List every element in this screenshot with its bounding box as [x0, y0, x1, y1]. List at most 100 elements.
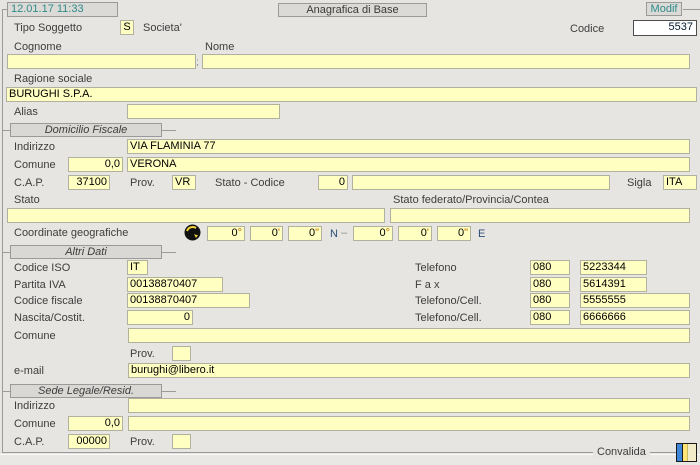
min-symbol: ': [427, 227, 429, 239]
nome-field[interactable]: [202, 54, 690, 69]
section-line: [2, 391, 10, 392]
sede-cap-label: C.A.P.: [14, 436, 44, 448]
lat-hemisphere: N: [330, 228, 338, 240]
codice-field[interactable]: 5537: [633, 20, 697, 36]
sede-comune-code-field[interactable]: 0,0: [68, 416, 123, 431]
cognome-label: Cognome: [14, 41, 62, 53]
sede-indirizzo-label: Indirizzo: [14, 400, 55, 412]
lat-min-field[interactable]: 0': [250, 226, 283, 241]
sede-comune-field[interactable]: [128, 416, 690, 431]
partita-iva-label: Partita IVA: [14, 279, 66, 291]
deg-symbol: °: [386, 227, 390, 239]
tipo-soggetto-label: Tipo Soggetto: [14, 22, 82, 34]
datetime-box: 12.01.17 11:33: [7, 2, 118, 17]
lat-sec-field[interactable]: 0": [288, 226, 322, 241]
stato-field[interactable]: [7, 208, 385, 223]
comune-label: Comune: [14, 159, 56, 171]
lon-sec-field[interactable]: 0": [437, 226, 471, 241]
sede-indirizzo-field[interactable]: [128, 398, 690, 413]
page-title: Anagrafica di Base: [278, 3, 427, 17]
telefono-prefix-field[interactable]: 080: [530, 260, 570, 275]
sigla-field[interactable]: ITA: [663, 175, 697, 190]
altri-comune-label: Comune: [14, 330, 56, 342]
stato-federato-field[interactable]: [390, 208, 690, 223]
nome-label: Nome: [205, 41, 234, 53]
nascita-field[interactable]: 0: [127, 310, 193, 325]
frame-left-border: [2, 10, 3, 453]
frame-top-right-stub: [683, 9, 700, 10]
stato-nome-field[interactable]: [352, 175, 610, 190]
fax-label: F a x: [415, 279, 439, 291]
stato-codice-field[interactable]: 0: [318, 175, 348, 190]
ragione-sociale-label: Ragione sociale: [14, 73, 92, 85]
convalida-icon[interactable]: [676, 443, 697, 462]
sede-prov-field[interactable]: [172, 434, 191, 449]
prov-label: Prov.: [130, 177, 155, 189]
partita-iva-field[interactable]: 00138870407: [127, 277, 223, 292]
section-line: [2, 252, 10, 253]
prov-field[interactable]: VR: [172, 175, 196, 190]
section-domicilio-fiscale: Domicilio Fiscale: [10, 123, 162, 137]
altri-prov-label: Prov.: [130, 348, 155, 360]
sede-cap-field[interactable]: 00000: [68, 434, 110, 449]
cell2-label: Telefono/Cell.: [415, 312, 482, 324]
codice-fiscale-label: Codice fiscale: [14, 295, 82, 307]
fax-prefix-field[interactable]: 080: [530, 277, 570, 292]
section-sede-legale: Sede Legale/Resid.: [10, 384, 162, 398]
lon-deg-field[interactable]: 0°: [353, 226, 393, 241]
lon-hemisphere: E: [478, 228, 485, 240]
ragione-sociale-field[interactable]: BURUGHI S.P.A.: [6, 87, 697, 102]
sede-prov-label: Prov.: [130, 436, 155, 448]
lon-min-field[interactable]: 0': [398, 226, 432, 241]
cap-label: C.A.P.: [14, 177, 44, 189]
codice-iso-label: Codice ISO: [14, 262, 70, 274]
stato-codice-label: Stato - Codice: [215, 177, 285, 189]
convalida-icon-yellow-stripe: [683, 444, 688, 461]
cell1-prefix-field[interactable]: 080: [530, 293, 570, 308]
field-separator: ;: [196, 57, 199, 68]
comune-code-field[interactable]: 0,0: [68, 157, 123, 172]
min-symbol: ': [278, 227, 280, 239]
email-field[interactable]: burughi@libero.it: [128, 363, 690, 378]
codice-label: Codice: [570, 23, 604, 35]
section-line: [2, 130, 10, 131]
convalida-label: Convalida: [593, 446, 650, 458]
comune-field[interactable]: VERONA: [127, 157, 690, 172]
altri-comune-field[interactable]: [128, 328, 690, 343]
indirizzo-label: Indirizzo: [14, 141, 55, 153]
stato-federato-label: Stato federato/Provincia/Contea: [393, 194, 549, 206]
cognome-field[interactable]: [7, 54, 196, 69]
sec-symbol: ": [315, 227, 319, 239]
telefono-label: Telefono: [415, 262, 457, 274]
cell2-prefix-field[interactable]: 080: [530, 310, 570, 325]
coord-dash: –: [341, 227, 347, 239]
lat-deg-field[interactable]: 0°: [207, 226, 245, 241]
coordinate-label: Coordinate geografiche: [14, 227, 128, 239]
tipo-soggetto-field[interactable]: S: [120, 20, 134, 35]
frame-bottom-border: [2, 452, 676, 453]
codice-iso-field[interactable]: IT: [127, 260, 148, 275]
sigla-label: Sigla: [627, 177, 651, 189]
indirizzo-field[interactable]: VIA FLAMINIA 77: [127, 139, 690, 154]
modif-badge[interactable]: Modif: [646, 2, 682, 16]
cell2-field[interactable]: 6666666: [580, 310, 690, 325]
section-line: [162, 130, 176, 131]
globe-icon[interactable]: [184, 224, 201, 241]
fax-field[interactable]: 5614391: [580, 277, 647, 292]
cell1-label: Telefono/Cell.: [415, 295, 482, 307]
stato-label: Stato: [14, 194, 40, 206]
section-line: [162, 391, 176, 392]
codice-fiscale-field[interactable]: 00138870407: [127, 293, 250, 308]
altri-prov-field[interactable]: [172, 346, 191, 361]
sec-symbol: ": [464, 227, 468, 239]
nascita-label: Nascita/Costit.: [14, 312, 85, 324]
alias-field[interactable]: [127, 104, 280, 119]
cell1-field[interactable]: 5555555: [580, 293, 690, 308]
tipo-soggetto-desc: Societa': [143, 22, 182, 34]
telefono-field[interactable]: 5223344: [580, 260, 647, 275]
cap-field[interactable]: 37100: [68, 175, 110, 190]
email-label: e-mail: [14, 365, 44, 377]
alias-label: Alias: [14, 106, 38, 118]
section-altri-dati: Altri Dati: [10, 245, 162, 259]
deg-symbol: °: [238, 227, 242, 239]
